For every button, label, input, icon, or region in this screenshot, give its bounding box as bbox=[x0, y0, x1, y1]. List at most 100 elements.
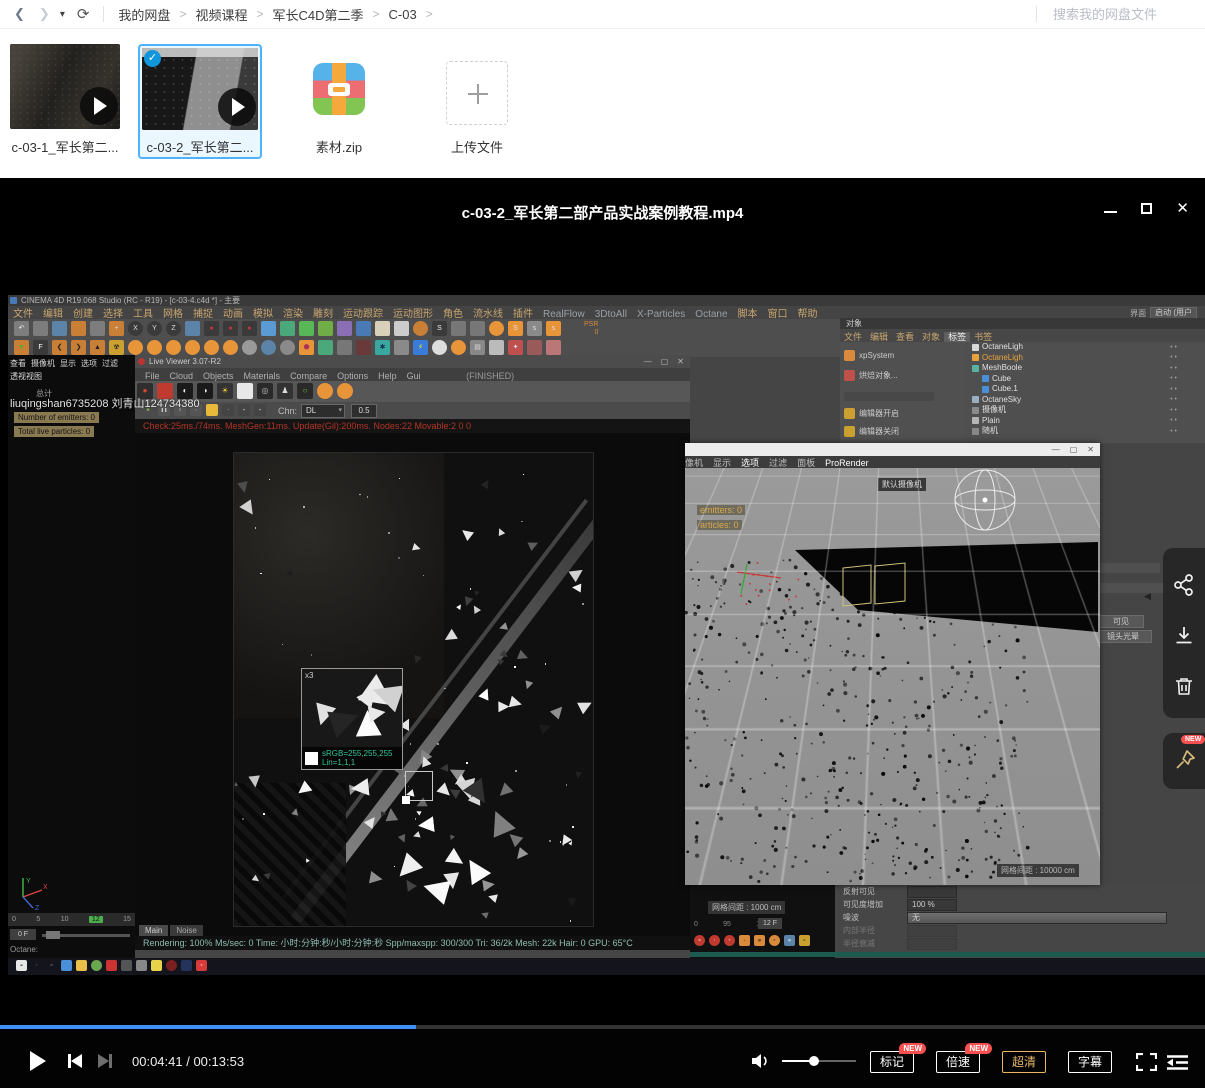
breadcrumb-item[interactable]: 我的网盘 bbox=[118, 5, 170, 24]
toolbar-icon: X bbox=[128, 321, 143, 336]
toolbar-icon: ⊞ bbox=[16, 960, 27, 971]
toolbar-icon bbox=[356, 340, 371, 355]
sidebar-entry: 编辑器关闭 bbox=[844, 426, 899, 437]
toolbar-icon: S bbox=[432, 321, 447, 336]
svg-text:X: X bbox=[43, 884, 48, 891]
file-thumbnail-video1[interactable] bbox=[10, 44, 120, 129]
sparkle bbox=[523, 474, 525, 476]
sparkle bbox=[466, 762, 468, 764]
video-content[interactable]: CINEMA 4D R19.068 Studio (RC - R19) - [c… bbox=[8, 295, 1205, 975]
speed-button[interactable]: 倍速 NEW bbox=[936, 1051, 980, 1073]
toolbar-icon bbox=[546, 340, 561, 355]
file-name[interactable]: 素材.zip bbox=[299, 137, 379, 156]
object-manager-menubar: 文件编辑查看对象标签书签 bbox=[840, 329, 1205, 342]
history-caret-icon[interactable]: ▾ bbox=[60, 9, 65, 20]
toolbar-icon bbox=[147, 340, 162, 355]
object-tree-row: 摄像机 •• bbox=[966, 405, 1205, 416]
sparkle bbox=[560, 841, 562, 843]
svg-text:Y: Y bbox=[26, 878, 31, 885]
toolbar-icon: S bbox=[508, 321, 523, 336]
particles-counter-cut: articles: 0 bbox=[697, 520, 742, 530]
object-icon bbox=[972, 365, 979, 372]
sparkle bbox=[582, 603, 584, 605]
delete-icon[interactable] bbox=[1174, 676, 1194, 697]
sparkle bbox=[549, 840, 551, 842]
magnifier-crystals bbox=[302, 677, 402, 747]
c4d-menu-item: Octane bbox=[690, 308, 732, 319]
c4d-menu-item: 模拟 bbox=[248, 308, 278, 319]
plus-icon bbox=[477, 84, 479, 104]
sparkle bbox=[367, 496, 369, 498]
toolbar-icon bbox=[261, 340, 276, 355]
sparkle bbox=[399, 478, 401, 480]
mark-button[interactable]: 标记 NEW bbox=[870, 1051, 914, 1073]
live-viewer-window-controls: —▢✕ bbox=[644, 355, 684, 368]
play-button[interactable] bbox=[30, 1051, 46, 1071]
sparkle bbox=[514, 666, 516, 668]
toolbar-icon: ○ bbox=[31, 960, 42, 971]
toolbar-icon bbox=[166, 340, 181, 355]
timeline-tick: 10 bbox=[61, 916, 69, 923]
render-preview: x3 sRGB=255,255,255 Lin=1,1,1 bbox=[233, 452, 594, 927]
object-tags: •• bbox=[1170, 354, 1179, 361]
sparkle bbox=[282, 644, 284, 646]
object-icon bbox=[982, 375, 989, 382]
object-name: OctaneSky bbox=[982, 395, 1021, 405]
toolbar-icon: ✱ bbox=[375, 340, 390, 355]
forward-icon[interactable]: ❯ bbox=[39, 0, 50, 28]
search-input[interactable] bbox=[1051, 6, 1205, 23]
lens-flare-button: 镜头光晕 bbox=[1094, 630, 1152, 643]
previous-button[interactable] bbox=[68, 1054, 82, 1068]
attribute-row: 半径衰减 bbox=[835, 937, 1205, 950]
toolbar-icon bbox=[317, 383, 333, 399]
camera-label: 默认摄像机 bbox=[878, 478, 926, 491]
breadcrumb-item[interactable]: C-03 bbox=[389, 7, 417, 22]
sidebar-entry: xpSystem bbox=[844, 350, 894, 361]
next-button[interactable] bbox=[98, 1054, 112, 1068]
c4d-menu-item: 选择 bbox=[98, 308, 128, 319]
search-area bbox=[1022, 6, 1205, 23]
back-icon[interactable]: ❮ bbox=[14, 0, 25, 28]
share-icon[interactable] bbox=[1174, 574, 1194, 596]
toolbar-icon: ▭ bbox=[46, 960, 57, 971]
minimize-button[interactable] bbox=[1104, 211, 1117, 213]
pin-icon[interactable] bbox=[1174, 749, 1196, 773]
playlist-icon[interactable] bbox=[1167, 1055, 1189, 1070]
upload-file-button[interactable] bbox=[446, 61, 508, 125]
quality-button[interactable]: 超清 bbox=[1002, 1051, 1046, 1073]
player-title: c-03-2_军长第二部产品实战案例教程.mp4 bbox=[0, 202, 1205, 223]
close-button[interactable]: ✕ bbox=[1176, 201, 1189, 216]
object-manager-menu-item: 查看 bbox=[892, 332, 918, 342]
viewport-window-menu-item: ProRender bbox=[820, 458, 874, 468]
magnifier-readout: sRGB=255,255,255 Lin=1,1,1 bbox=[302, 747, 402, 769]
sparkle bbox=[563, 844, 565, 846]
c4d-menu-item: 创建 bbox=[68, 308, 98, 319]
download-icon[interactable] bbox=[1174, 626, 1194, 646]
toolbar-icon: ! bbox=[709, 935, 720, 946]
toolbar-icon bbox=[166, 960, 177, 971]
breadcrumb-item[interactable]: 视频课程 bbox=[195, 5, 247, 24]
breadcrumb-item[interactable]: 军长C4D第二季 bbox=[272, 5, 363, 24]
fullscreen-icon[interactable] bbox=[1136, 1053, 1157, 1071]
upload-label[interactable]: 上传文件 bbox=[433, 137, 521, 156]
viewport-menu-item: 选项 bbox=[81, 359, 97, 368]
zip-file-icon[interactable] bbox=[313, 63, 365, 115]
toolbar-icon: Y bbox=[147, 321, 162, 336]
toolbar-icon bbox=[432, 340, 447, 355]
sparkle bbox=[359, 494, 361, 496]
light-sphere-gizmo bbox=[955, 470, 1015, 530]
object-tree-row: OctaneSky •• bbox=[966, 395, 1205, 406]
refresh-icon[interactable]: ⟳ bbox=[77, 5, 90, 23]
volume-knob[interactable] bbox=[809, 1056, 819, 1066]
sparkle bbox=[303, 506, 305, 508]
subtitle-button[interactable]: 字幕 bbox=[1068, 1051, 1112, 1073]
emitters-counter-cut: emitters: 0 bbox=[697, 505, 745, 515]
live-viewer-menu: FileCloudObjectsMaterialsCompareOptionsH… bbox=[135, 371, 431, 381]
maximize-button[interactable] bbox=[1141, 203, 1152, 214]
file-name[interactable]: c-03-2_军长第二... bbox=[140, 137, 260, 156]
timeline-tick: 5 bbox=[36, 916, 40, 923]
sparkle bbox=[437, 743, 439, 745]
c4d-menu-item: 网格 bbox=[158, 308, 188, 319]
file-name[interactable]: c-03-1_军长第二... bbox=[0, 137, 130, 156]
volume-icon[interactable] bbox=[750, 1052, 770, 1070]
